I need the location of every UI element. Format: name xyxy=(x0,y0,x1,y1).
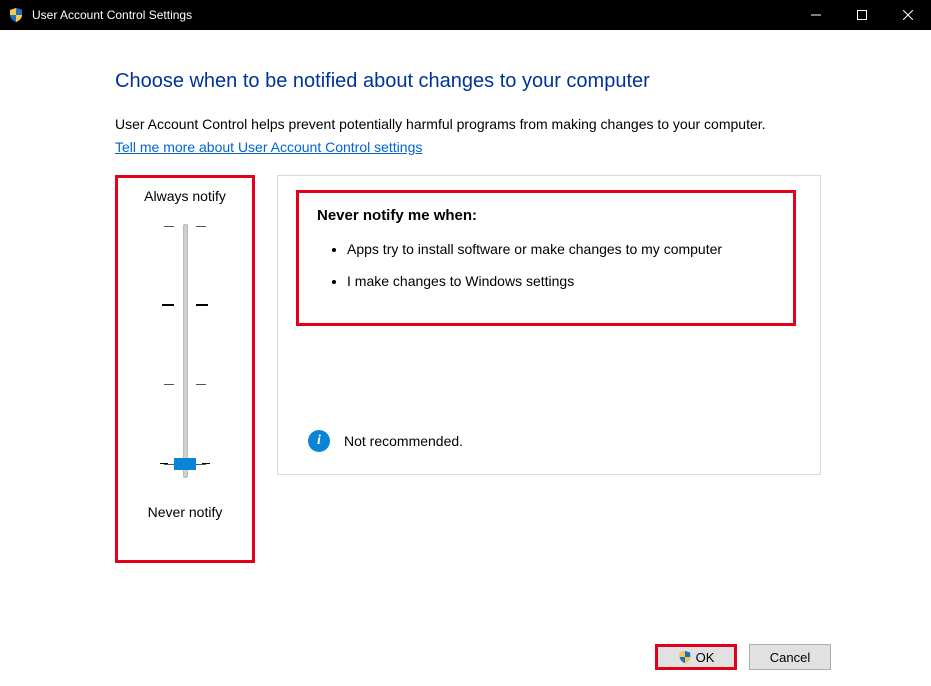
info-icon: i xyxy=(308,430,330,452)
info-footer-text: Not recommended. xyxy=(344,433,463,449)
learn-more-link[interactable]: Tell me more about User Account Control … xyxy=(115,139,422,155)
info-bullet: Apps try to install software or make cha… xyxy=(347,240,775,259)
close-button[interactable] xyxy=(885,0,931,30)
slider-label-top: Always notify xyxy=(122,188,248,204)
close-icon xyxy=(903,10,913,20)
notification-slider-container: Always notify Never notify xyxy=(115,175,255,563)
info-box: Never notify me when: Apps try to instal… xyxy=(296,190,796,327)
cancel-button-label: Cancel xyxy=(770,650,810,665)
minimize-icon xyxy=(811,10,821,20)
page-heading: Choose when to be notified about changes… xyxy=(115,70,821,93)
slider-thumb[interactable] xyxy=(174,458,196,470)
info-panel: Never notify me when: Apps try to instal… xyxy=(277,175,821,475)
window-title: User Account Control Settings xyxy=(32,8,192,22)
info-bullet-list: Apps try to install software or make cha… xyxy=(317,240,775,292)
ok-button-label: OK xyxy=(696,650,715,665)
slider-rail xyxy=(183,224,188,478)
maximize-icon xyxy=(857,10,867,20)
minimize-button[interactable] xyxy=(793,0,839,30)
shield-icon xyxy=(8,7,24,23)
info-footer: i Not recommended. xyxy=(278,408,820,474)
info-heading: Never notify me when: xyxy=(317,207,775,224)
shield-icon xyxy=(678,650,692,664)
content-area: Choose when to be notified about changes… xyxy=(0,30,931,583)
page-description: User Account Control helps prevent poten… xyxy=(115,115,821,135)
slider-label-bottom: Never notify xyxy=(122,504,248,520)
title-bar: User Account Control Settings xyxy=(0,0,931,30)
maximize-button[interactable] xyxy=(839,0,885,30)
footer-buttons: OK Cancel xyxy=(655,644,831,670)
ok-button[interactable]: OK xyxy=(655,644,737,670)
info-bullet: I make changes to Windows settings xyxy=(347,272,775,291)
cancel-button[interactable]: Cancel xyxy=(749,644,831,670)
notification-slider[interactable] xyxy=(122,216,248,486)
